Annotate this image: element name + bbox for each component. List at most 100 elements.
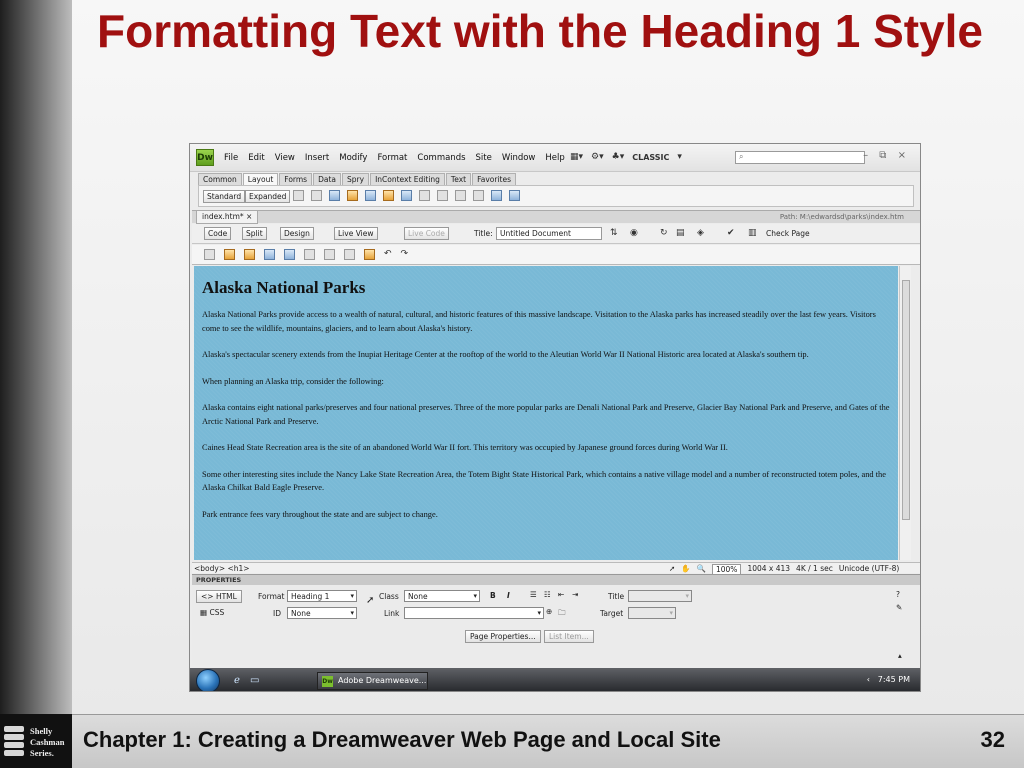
vertical-scrollbar[interactable] [899, 266, 911, 560]
properties-header[interactable]: PROPERTIES [192, 574, 920, 585]
paste-icon[interactable] [364, 249, 375, 260]
spry-collapsible-icon[interactable] [383, 190, 394, 201]
redo-icon[interactable]: ↷ [401, 249, 409, 260]
iframe-icon[interactable] [491, 190, 502, 201]
validate-icon[interactable]: ✔ [727, 228, 735, 238]
content-paragraph[interactable]: Some other interesting sites include the… [202, 468, 890, 495]
ie-icon[interactable]: ℯ [234, 675, 240, 686]
visual-aids-icon[interactable]: ◈ [697, 228, 704, 238]
outdent-icon[interactable]: ⇤ [558, 590, 564, 599]
css-button[interactable]: ▦ CSS [196, 607, 228, 620]
menu-item-view[interactable]: View [275, 153, 295, 163]
taskbar-dreamweaver[interactable]: Dw Adobe Dreamweave... [317, 672, 428, 690]
insert-row-icon[interactable] [473, 190, 484, 201]
start-button[interactable] [196, 669, 220, 691]
table-mode-icon[interactable] [419, 190, 430, 201]
menu-item-help[interactable]: Help [545, 153, 564, 163]
id-select[interactable]: None [287, 607, 357, 619]
help-icon[interactable]: ? [896, 590, 900, 599]
refresh-icon[interactable]: ↻ [660, 228, 668, 238]
window-controls[interactable]: – ⧉ × [863, 150, 910, 161]
extend-icon[interactable]: ⚙▾ [591, 152, 604, 162]
chevron-down-icon[interactable]: ▾ [677, 152, 682, 162]
undo-icon[interactable]: ↶ [384, 249, 392, 260]
live-code-button[interactable]: Live Code [404, 227, 449, 240]
save-all-icon[interactable] [284, 249, 295, 260]
content-paragraph[interactable]: When planning an Alaska trip, consider t… [202, 375, 890, 389]
insert-tab-forms[interactable]: Forms [279, 173, 313, 185]
search-input[interactable]: ⌕ [735, 151, 865, 164]
menu-item-modify[interactable]: Modify [339, 153, 367, 163]
live-view-button[interactable]: Live View [334, 227, 378, 240]
view-options-icon[interactable]: ▤ [676, 228, 685, 238]
title-attr-field[interactable] [628, 590, 692, 602]
collapse-icon[interactable]: ▴ [898, 651, 902, 660]
save-icon[interactable] [264, 249, 275, 260]
format-select[interactable]: Heading 1 [287, 590, 357, 602]
file-management-icon[interactable]: ⇅ [610, 228, 618, 238]
new-icon[interactable] [204, 249, 215, 260]
menu-item-insert[interactable]: Insert [305, 153, 329, 163]
quick-tag-icon[interactable]: ✎ [896, 603, 902, 612]
spry-menu-icon[interactable] [329, 190, 340, 201]
content-paragraph[interactable]: Alaska National Parks provide access to … [202, 308, 890, 335]
cut-icon[interactable] [324, 249, 335, 260]
tray-arrow-icon[interactable]: ‹ [867, 675, 870, 684]
document-tab[interactable]: index.htm* × [196, 211, 259, 224]
browse-bridge-icon[interactable] [244, 249, 255, 260]
check-page-button[interactable]: Check Page [766, 229, 810, 238]
print-icon[interactable] [304, 249, 315, 260]
italic-button[interactable]: I [507, 591, 510, 600]
site-icon[interactable]: ♣▾ [612, 152, 625, 162]
design-view-button[interactable]: Design [280, 227, 314, 240]
standard-button[interactable]: Standard [203, 190, 246, 203]
tag-selector[interactable]: <body> <h1> [194, 564, 250, 573]
content-paragraph[interactable]: Caines Head State Recreation area is the… [202, 441, 890, 455]
page-heading[interactable]: Alaska National Parks [202, 278, 890, 298]
ap-div-icon[interactable] [311, 190, 322, 201]
content-paragraph[interactable]: Alaska's spectacular scenery extends fro… [202, 348, 890, 362]
show-desktop-icon[interactable]: ▭ [250, 675, 259, 686]
class-select[interactable]: None [404, 590, 480, 602]
spry-tabbed-icon[interactable] [365, 190, 376, 201]
code-view-button[interactable]: Code [204, 227, 232, 240]
split-view-button[interactable]: Split [242, 227, 267, 240]
insert-tab-layout[interactable]: Layout [242, 173, 279, 185]
menu-item-format[interactable]: Format [377, 153, 407, 163]
open-icon[interactable] [224, 249, 235, 260]
html-button[interactable]: <> HTML [196, 590, 242, 603]
merge-icon[interactable] [437, 190, 448, 201]
list-item-button[interactable]: List Item... [544, 630, 594, 643]
target-select[interactable] [628, 607, 676, 619]
indent-icon[interactable]: ⇥ [572, 590, 578, 599]
menu-item-site[interactable]: Site [476, 153, 492, 163]
insert-tab-common[interactable]: Common [198, 173, 242, 185]
menu-item-edit[interactable]: Edit [248, 153, 264, 163]
insert-tab-text[interactable]: Text [445, 173, 472, 185]
copy-icon[interactable] [344, 249, 355, 260]
title-field[interactable]: Untitled Document [496, 227, 602, 240]
insert-tab-incontext-editing[interactable]: InContext Editing [370, 173, 445, 185]
design-view[interactable]: Alaska National Parks Alaska National Pa… [194, 266, 898, 560]
insert-tab-spry[interactable]: Spry [342, 173, 370, 185]
frames-icon[interactable] [509, 190, 520, 201]
table-icon[interactable] [401, 190, 412, 201]
menu-item-window[interactable]: Window [502, 153, 536, 163]
link-field[interactable] [404, 607, 544, 619]
layout-icon[interactable]: ▦▾ [570, 152, 583, 162]
spry-panel-icon[interactable] [347, 190, 358, 201]
bold-button[interactable]: B [490, 591, 496, 600]
unordered-list-icon[interactable]: ☰ [530, 590, 537, 599]
menu-item-commands[interactable]: Commands [417, 153, 465, 163]
page-properties-button[interactable]: Page Properties... [465, 630, 541, 643]
split-icon[interactable] [455, 190, 466, 201]
preview-browser-icon[interactable]: ◉ [630, 228, 638, 238]
insert-tab-favorites[interactable]: Favorites [472, 173, 516, 185]
expanded-button[interactable]: Expanded [245, 190, 291, 203]
workspace-switcher[interactable]: CLASSIC [632, 153, 669, 162]
menu-item-file[interactable]: File [224, 153, 238, 163]
check-browser-icon[interactable]: ▥ [748, 228, 757, 238]
browse-folder-icon[interactable]: 🗀 [558, 607, 566, 620]
ordered-list-icon[interactable]: ☷ [544, 590, 551, 599]
content-paragraph[interactable]: Park entrance fees vary throughout the s… [202, 508, 890, 522]
